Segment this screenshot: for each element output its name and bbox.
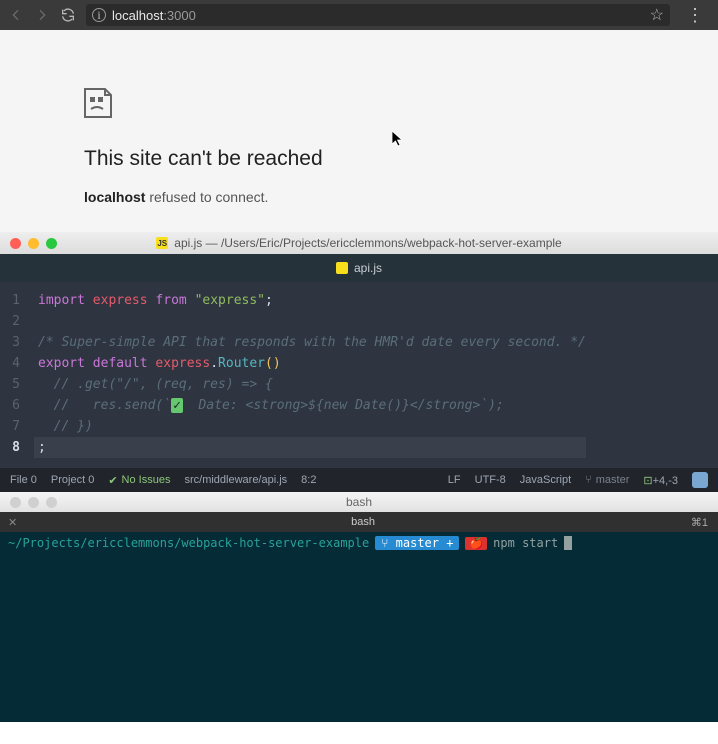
prompt-line: ~/Projects/ericclemmons/webpack-hot-serv… bbox=[8, 536, 710, 550]
forward-button[interactable] bbox=[34, 7, 50, 23]
terminal-title: bash bbox=[0, 495, 718, 509]
bookmark-icon[interactable]: ☆ bbox=[650, 5, 664, 25]
reload-button[interactable] bbox=[60, 7, 76, 23]
close-tab-icon[interactable]: ✕ bbox=[0, 516, 25, 529]
tab-label: api.js bbox=[354, 261, 382, 275]
site-info-icon[interactable]: i bbox=[92, 8, 106, 22]
terminal-tab-bar: ✕ bash ⌘1 bbox=[0, 512, 718, 532]
terminal-cursor bbox=[564, 536, 572, 550]
cwd: ~/Projects/ericclemmons/webpack-hot-serv… bbox=[8, 536, 369, 550]
error-title: This site can't be reached bbox=[84, 147, 634, 171]
terminal-titlebar: bash bbox=[0, 492, 718, 512]
browser-menu-icon[interactable]: ⋮ bbox=[680, 5, 710, 26]
cursor-position[interactable]: 8:2 bbox=[301, 474, 316, 486]
line-gutter: 1 2 3 4 5 6 7 8 bbox=[0, 290, 38, 460]
github-icon[interactable] bbox=[692, 472, 708, 488]
close-window-icon[interactable] bbox=[10, 497, 21, 508]
back-button[interactable] bbox=[8, 7, 24, 23]
address-bar[interactable]: i localhost:3000 ☆ bbox=[86, 4, 670, 26]
line-ending[interactable]: LF bbox=[448, 474, 461, 486]
language-mode[interactable]: JavaScript bbox=[520, 474, 571, 486]
check-icon: ✓ bbox=[171, 398, 183, 413]
git-branch[interactable]: ⑂ master bbox=[585, 474, 629, 486]
terminal[interactable]: ~/Projects/ericclemmons/webpack-hot-serv… bbox=[0, 532, 718, 722]
maximize-window-icon[interactable] bbox=[46, 238, 57, 249]
window-controls bbox=[0, 238, 67, 249]
close-window-icon[interactable] bbox=[10, 238, 21, 249]
file-count[interactable]: File 0 bbox=[10, 474, 37, 486]
code-content[interactable]: import express from "express"; /* Super-… bbox=[38, 290, 586, 460]
tab-shortcut: ⌘1 bbox=[681, 516, 718, 529]
js-file-icon: JS bbox=[156, 237, 168, 249]
editor-status-bar: File 0 Project 0 ✔No Issues src/middlewa… bbox=[0, 468, 718, 492]
url-text: localhost:3000 bbox=[112, 8, 644, 23]
js-file-icon bbox=[336, 262, 348, 274]
project-count[interactable]: Project 0 bbox=[51, 474, 94, 486]
git-diff[interactable]: ⊡+4,-3 bbox=[643, 474, 678, 487]
error-message: localhost refused to connect. bbox=[84, 189, 634, 205]
apple-icon: 🍎 bbox=[465, 537, 487, 550]
window-title: JS api.js — /Users/Eric/Projects/ericcle… bbox=[0, 236, 718, 250]
file-path[interactable]: src/middleware/api.js bbox=[184, 474, 287, 486]
sad-page-icon bbox=[84, 88, 634, 123]
git-branch-badge: ⑂ master + bbox=[375, 536, 459, 550]
code-editor[interactable]: 1 2 3 4 5 6 7 8 import express from "exp… bbox=[0, 282, 718, 468]
error-page: This site can't be reached localhost ref… bbox=[0, 30, 718, 232]
browser-toolbar: i localhost:3000 ☆ ⋮ bbox=[0, 0, 718, 30]
editor-titlebar: JS api.js — /Users/Eric/Projects/ericcle… bbox=[0, 232, 718, 254]
terminal-tab[interactable]: bash bbox=[25, 516, 681, 528]
encoding[interactable]: UTF-8 bbox=[475, 474, 506, 486]
minimize-window-icon[interactable] bbox=[28, 497, 39, 508]
command-text: npm start bbox=[493, 536, 558, 550]
lint-status[interactable]: ✔No Issues bbox=[108, 474, 170, 487]
maximize-window-icon[interactable] bbox=[46, 497, 57, 508]
minimize-window-icon[interactable] bbox=[28, 238, 39, 249]
tab-api-js[interactable]: api.js bbox=[336, 261, 382, 275]
editor-tab-bar: api.js bbox=[0, 254, 718, 282]
